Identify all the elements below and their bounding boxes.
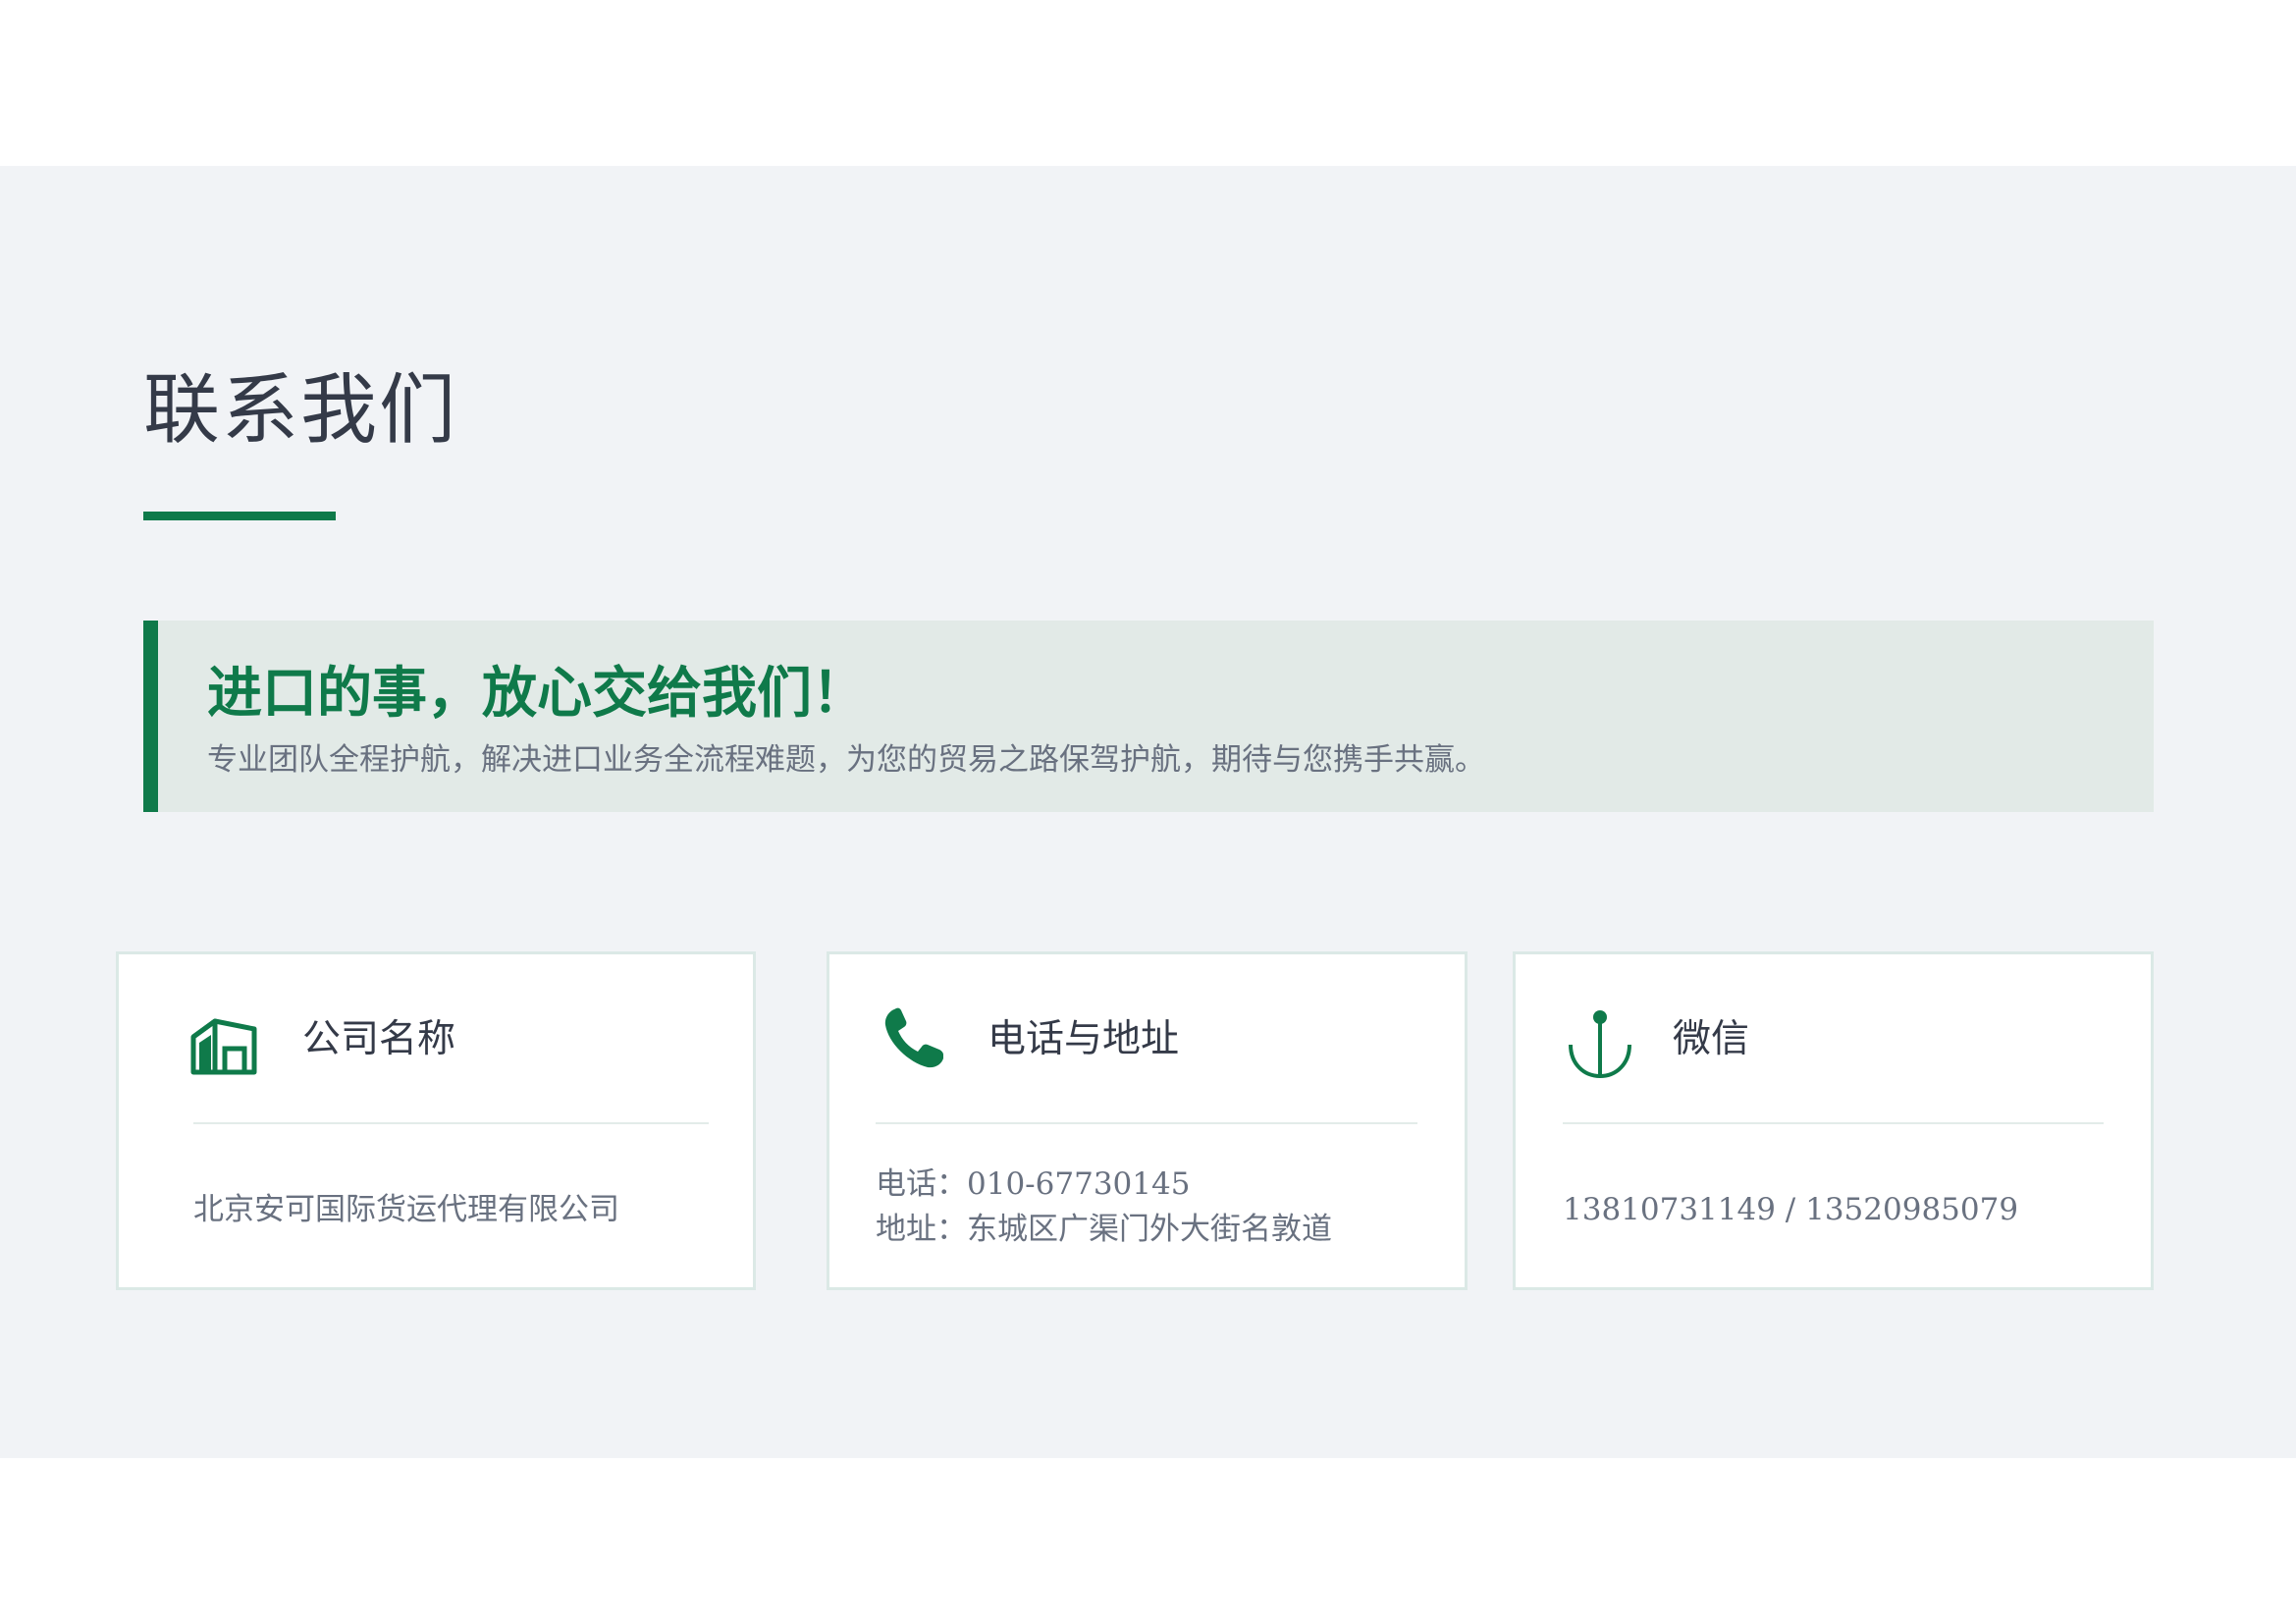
page-title: 联系我们 [143,366,458,455]
wechat-numbers: 13810731149 / 13520985079 [1563,1192,2019,1227]
anchor-icon [1569,1010,1631,1079]
card-divider [1563,1122,2104,1124]
wechat-details: 13810731149 / 13520985079 [1563,1187,2018,1232]
title-underline [143,512,336,520]
highlight-banner: 进口的事，放心交给我们！ 专业团队全程护航，解决进口业务全流程难题，为您的贸易之… [143,621,2154,812]
company-name-text: 北京安可国际货运代理有限公司 [193,1187,619,1232]
phone-number: 电话：010-67730145 [876,1166,1191,1202]
contact-card-title: 电话与地址 [988,1017,1180,1061]
card-divider [193,1122,709,1124]
phone-icon [884,1007,943,1068]
company-card-title: 公司名称 [302,1017,456,1061]
contact-details: 电话：010-67730145 地址：东城区广渠门外大街名敦道 [876,1162,1332,1252]
company-card: 公司名称 北京安可国际货运代理有限公司 [116,951,756,1290]
warehouse-icon [190,1018,257,1075]
wechat-card-title: 微信 [1673,1017,1750,1061]
banner-headline: 进口的事，放心交给我们！ [207,661,867,726]
card-divider [876,1122,1417,1124]
company-name: 北京安可国际货运代理有限公司 [193,1192,619,1227]
address: 地址：东城区广渠门外大街名敦道 [876,1212,1332,1247]
contact-slide: 联系我们 进口的事，放心交给我们！ 专业团队全程护航，解决进口业务全流程难题，为… [0,166,2296,1613]
corner-blank-block [2031,1558,2270,1613]
wechat-card: 微信 13810731149 / 13520985079 [1513,951,2154,1290]
contact-card: 电话与地址 电话：010-67730145 地址：东城区广渠门外大街名敦道 [827,951,1468,1290]
banner-subtext: 专业团队全程护航，解决进口业务全流程难题，为您的贸易之路保驾护航，期待与您携手共… [207,742,1485,778]
